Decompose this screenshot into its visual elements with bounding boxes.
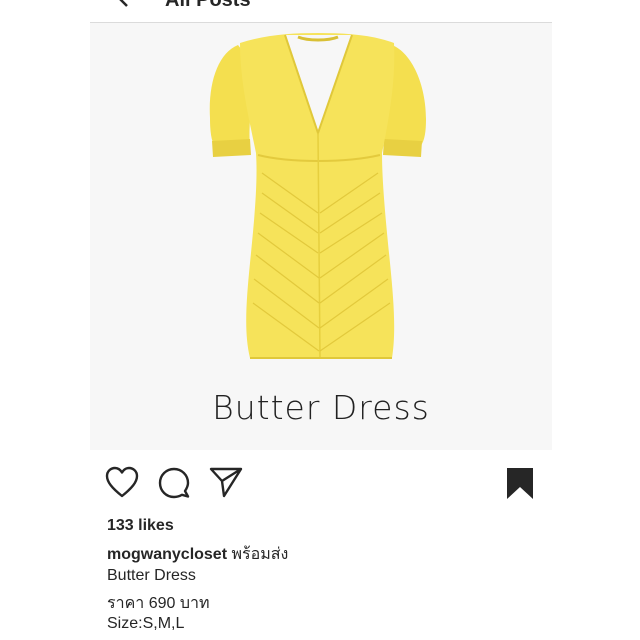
back-arrow-icon[interactable] [112, 0, 136, 10]
heart-icon[interactable] [104, 465, 140, 501]
action-bar [90, 465, 552, 505]
image-caption: Butter Dress [212, 388, 430, 427]
top-bar: All Posts [90, 0, 552, 23]
caption-first-line: mogwanycloset พร้อมส่ง [107, 542, 288, 567]
caption-text: พร้อมส่ง [231, 546, 289, 563]
comment-icon[interactable] [156, 465, 192, 501]
bookmark-icon[interactable] [502, 465, 538, 501]
dress-illustration [209, 33, 426, 359]
caption-line: Butter Dress [107, 567, 196, 584]
caption-username[interactable]: mogwanycloset [107, 546, 227, 563]
likes-count[interactable]: 133 likes [107, 517, 174, 535]
post-image[interactable]: Butter Dress [90, 23, 552, 450]
share-icon[interactable] [208, 465, 244, 501]
page-title: All Posts [165, 0, 251, 11]
caption-line: ราคา 690 บาท [107, 595, 210, 612]
caption-line: Size:S,M,L [107, 615, 185, 632]
post-view: All Posts Butter Dress 133 likes mogwany… [90, 0, 552, 640]
